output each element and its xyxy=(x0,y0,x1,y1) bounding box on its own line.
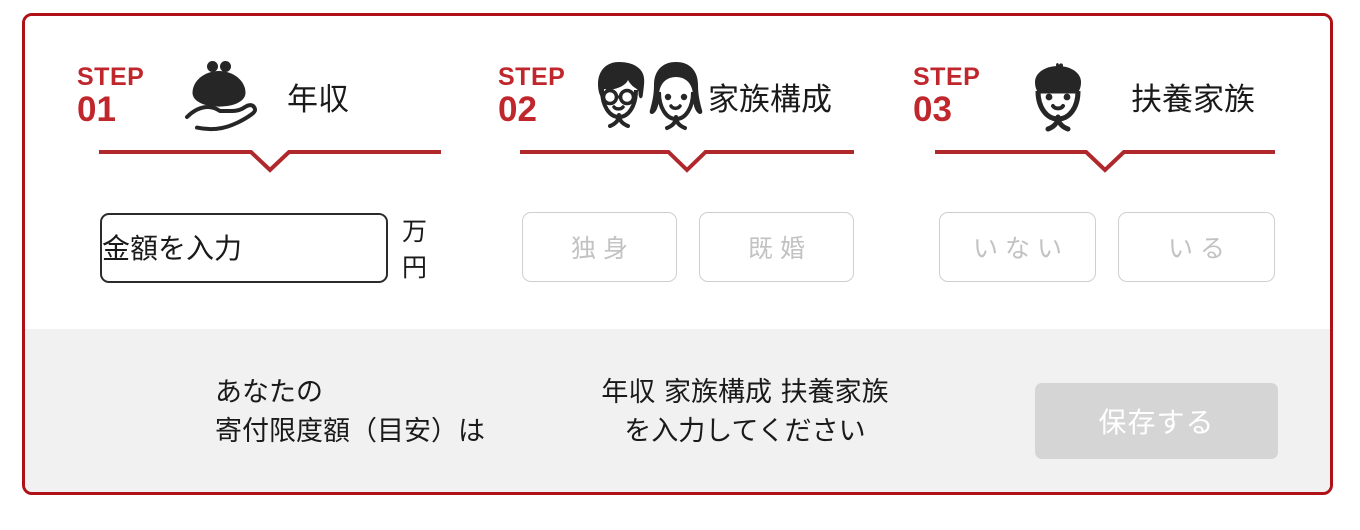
step-inputs: 万円 xyxy=(100,212,441,284)
step-inputs: 独身 既婚 xyxy=(522,212,854,282)
step-header: STEP 02 家族構成 xyxy=(498,56,854,136)
step-divider xyxy=(935,148,1275,178)
option-no-dependents[interactable]: いない xyxy=(939,212,1096,282)
option-married[interactable]: 既婚 xyxy=(699,212,854,282)
step-number: 01 xyxy=(77,90,116,129)
option-has-dependents[interactable]: いる xyxy=(1118,212,1275,282)
step-dependents: STEP 03 扶養家族 いない いる xyxy=(913,16,1275,329)
step-number: 02 xyxy=(498,90,537,129)
couple-faces-icon xyxy=(588,60,708,132)
step-label: STEP xyxy=(913,63,981,91)
step-label: STEP xyxy=(498,63,566,91)
step-divider xyxy=(99,148,441,178)
step-title: 扶養家族 xyxy=(1131,81,1255,118)
step-inputs: いない いる xyxy=(939,212,1275,282)
step-number-badge: STEP 01 xyxy=(77,63,165,129)
donation-limit-calculator: STEP 01 年収 金額を入力 万円 STEP 02 家族構成 独身 既婚 S… xyxy=(22,13,1333,495)
result-footer: あなたの 寄付限度額（目安）は 年収 家族構成 扶養家族 を入力してください 保… xyxy=(25,329,1330,492)
result-label-line1: あなたの xyxy=(215,377,323,408)
purse-on-hand-icon xyxy=(173,59,265,133)
result-message-line1: 年収 家族構成 扶養家族 xyxy=(601,377,889,408)
step-header: STEP 01 年収 xyxy=(77,56,441,136)
step-annual-income: STEP 01 年収 金額を入力 万円 xyxy=(77,16,441,329)
income-amount-input[interactable] xyxy=(100,213,388,283)
step-title: 年収 xyxy=(287,81,349,118)
step-number: 03 xyxy=(913,90,952,129)
option-single[interactable]: 独身 xyxy=(522,212,677,282)
step-header: STEP 03 扶養家族 xyxy=(913,56,1275,136)
result-message-line2: を入力してください xyxy=(624,416,866,448)
result-label: あなたの 寄付限度額（目安）は xyxy=(215,373,525,451)
step-number-badge: STEP 03 xyxy=(913,63,997,129)
step-label: STEP xyxy=(77,63,145,91)
save-button[interactable]: 保存する xyxy=(1035,383,1278,459)
step-family-composition: STEP 02 家族構成 独身 既婚 xyxy=(498,16,854,329)
steps-area: STEP 01 年収 金額を入力 万円 STEP 02 家族構成 独身 既婚 S… xyxy=(25,16,1330,329)
income-unit-label: 万円 xyxy=(402,217,428,282)
step-title: 家族構成 xyxy=(708,81,832,118)
result-message: 年収 家族構成 扶養家族 を入力してください xyxy=(545,373,945,451)
step-divider xyxy=(520,148,854,178)
step-number-badge: STEP 02 xyxy=(498,63,580,129)
child-face-icon xyxy=(1015,60,1101,132)
result-label-line2: 寄付限度額（目安）は xyxy=(215,416,485,448)
